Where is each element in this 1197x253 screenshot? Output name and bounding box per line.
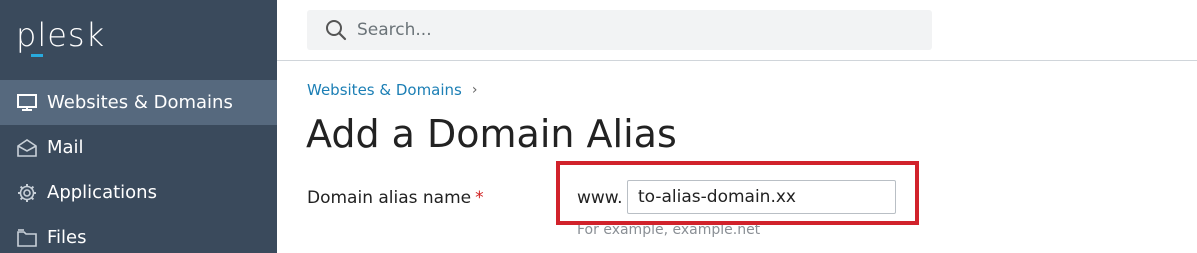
sidebar-item-websites-domains[interactable]: Websites & Domains [0,80,277,125]
sidebar-item-label: Websites & Domains [47,92,233,113]
field-hint: For example, example.net [577,222,761,238]
mail-icon [16,137,38,159]
sidebar-item-applications[interactable]: Applications [0,170,277,215]
breadcrumb-link-websites-domains[interactable]: Websites & Domains [307,81,462,99]
breadcrumb: Websites & Domains › [307,81,477,99]
search-icon [325,19,347,41]
sidebar-item-mail[interactable]: Mail [0,125,277,170]
page-title: Add a Domain Alias [306,112,677,156]
top-bar [277,0,1197,61]
domain-alias-label-text: Domain alias name [307,188,472,208]
plesk-logo[interactable]: plesk [16,16,105,54]
www-prefix: www. [577,188,623,208]
required-marker: * [475,188,484,208]
gear-icon [16,182,38,204]
logo-accent [31,54,43,57]
sidebar-item-label: Applications [47,182,157,203]
sidebar-item-label: Files [47,227,87,248]
monitor-icon [16,92,38,114]
chevron-right-icon: › [471,82,478,98]
domain-alias-input[interactable] [627,180,896,214]
sidebar-item-files[interactable]: Files [0,215,277,253]
search-input[interactable] [357,20,857,40]
sidebar: plesk Websites & Domains Mail Applicatio… [0,0,277,253]
sidebar-item-label: Mail [47,137,84,158]
folder-icon [16,227,38,249]
domain-alias-label: Domain alias name * [307,188,484,208]
search-box[interactable] [307,10,932,50]
